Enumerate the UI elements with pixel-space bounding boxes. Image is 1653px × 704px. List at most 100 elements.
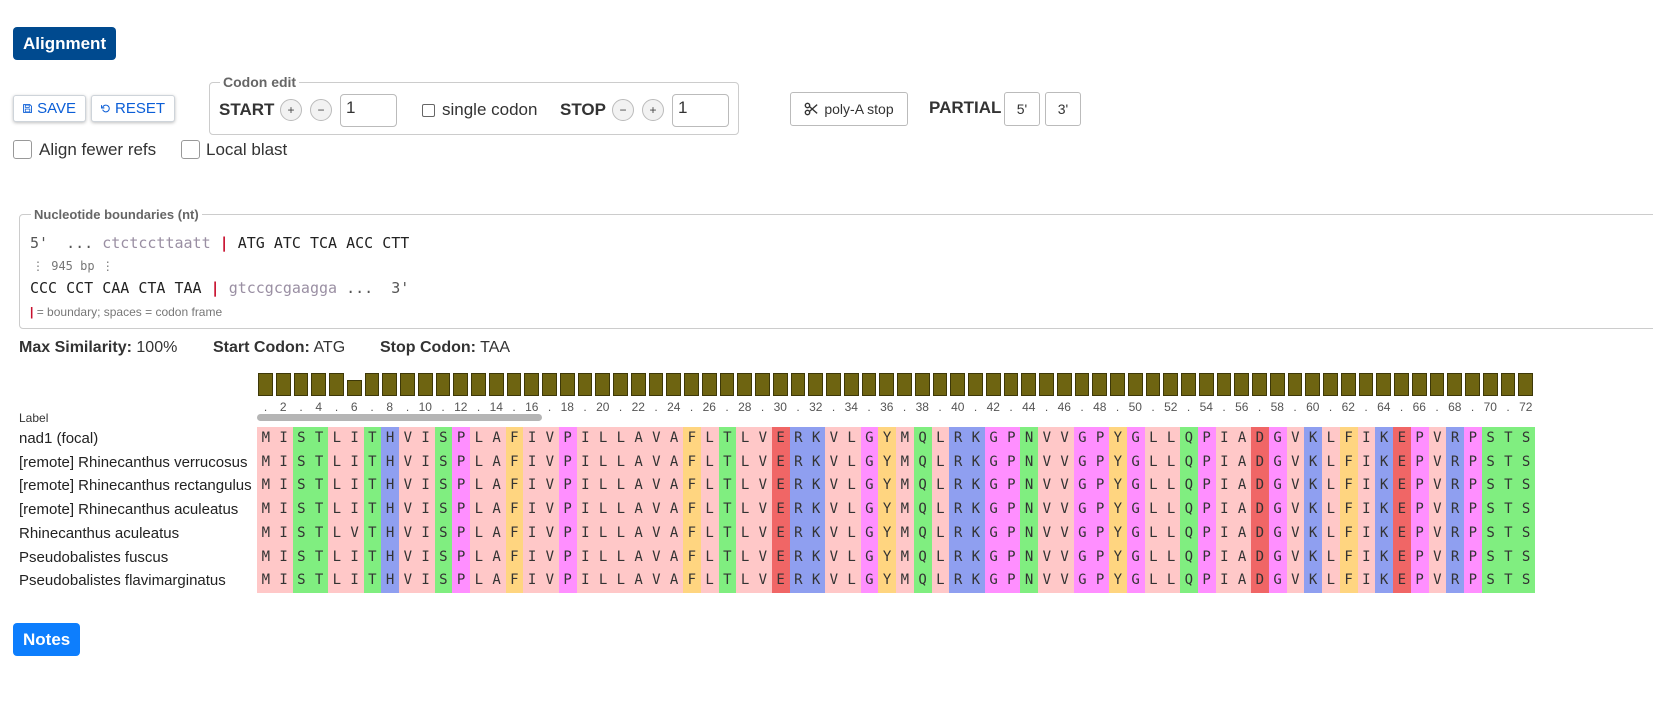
residue-cell[interactable]: L [1322,569,1340,594]
residue-cell[interactable]: V [825,521,843,546]
residue-cell[interactable]: L [1144,545,1163,570]
residue-cell[interactable]: I [1215,521,1234,546]
residue-cell[interactable]: N [1020,569,1038,594]
residue-cell[interactable]: I [416,474,435,499]
residue-cell[interactable]: V [754,450,772,475]
residue-cell[interactable]: R [789,569,808,594]
sequence-label[interactable]: [remote] Rhinecanthus rectangulus [19,477,257,494]
residue-cell[interactable]: R [1446,450,1464,475]
residue-cell[interactable]: V [754,521,772,546]
residue-cell[interactable]: I [416,427,435,452]
residue-cell[interactable]: H [381,498,399,523]
residue-cell[interactable]: P [452,450,470,475]
residue-cell[interactable]: V [1055,450,1074,475]
residue-cell[interactable]: P [1197,521,1216,546]
residue-cell[interactable]: V [345,521,364,546]
residue-cell[interactable]: S [1517,450,1535,475]
partial-5-prime-button[interactable]: 5' [1004,92,1040,126]
residue-cell[interactable]: P [1091,521,1109,546]
residue-cell[interactable]: I [345,474,364,499]
residue-cell[interactable]: G [1268,474,1287,499]
residue-cell[interactable]: K [1304,450,1322,475]
residue-cell[interactable]: L [1322,498,1340,523]
residue-cell[interactable]: I [345,498,364,523]
residue-cell[interactable]: D [1251,498,1269,523]
residue-cell[interactable]: L [1144,498,1163,523]
residue-cell[interactable]: N [1020,545,1038,570]
residue-cell[interactable]: L [594,450,612,475]
residue-cell[interactable]: A [1233,521,1251,546]
poly-a-stop-button[interactable]: poly-A stop [790,92,908,126]
align-fewer-refs-checkbox[interactable] [13,140,32,159]
residue-cell[interactable]: V [825,569,843,594]
residue-cell[interactable]: K [1375,545,1393,570]
alignment-tab[interactable]: Alignment [13,27,117,60]
residue-cell[interactable]: R [789,521,808,546]
residue-cell[interactable]: R [789,545,808,570]
residue-cell[interactable]: I [523,474,541,499]
residue-cell[interactable]: P [1002,450,1021,475]
sequence-label[interactable]: Rhinecanthus aculeatus [19,525,257,542]
residue-cell[interactable]: P [452,427,470,452]
residue-cell[interactable]: F [505,498,524,523]
residue-cell[interactable]: I [345,450,364,475]
residue-cell[interactable]: V [1428,450,1447,475]
residue-cell[interactable]: V [1286,450,1305,475]
residue-cell[interactable]: V [1038,450,1056,475]
residue-cell[interactable]: E [771,569,790,594]
residue-cell[interactable]: D [1251,545,1269,570]
residue-cell[interactable]: S [434,474,453,499]
residue-cell[interactable]: G [1073,498,1092,523]
residue-cell[interactable]: S [434,521,453,546]
residue-cell[interactable]: R [1446,521,1464,546]
residue-cell[interactable]: L [594,521,612,546]
residue-cell[interactable]: L [612,474,630,499]
sequence-label[interactable]: [remote] Rhinecanthus verrucosus [19,454,257,471]
residue-cell[interactable]: L [842,545,861,570]
residue-cell[interactable]: G [860,545,879,570]
residue-cell[interactable]: M [896,450,914,475]
residue-cell[interactable]: R [949,427,967,452]
residue-cell[interactable]: M [896,474,914,499]
residue-cell[interactable]: F [683,450,701,475]
residue-cell[interactable]: L [700,545,719,570]
residue-cell[interactable]: I [345,545,364,570]
residue-cell[interactable]: P [1002,569,1021,594]
residue-cell[interactable]: P [452,521,470,546]
residue-cell[interactable]: M [257,450,275,475]
residue-cell[interactable]: V [825,474,843,499]
residue-cell[interactable]: P [1464,450,1482,475]
residue-cell[interactable]: A [665,427,683,452]
residue-cell[interactable]: G [1126,545,1145,570]
residue-cell[interactable]: I [1357,521,1376,546]
residue-cell[interactable]: R [949,498,967,523]
residue-cell[interactable]: I [523,427,541,452]
residue-cell[interactable]: K [1375,427,1393,452]
residue-cell[interactable]: P [1410,545,1429,570]
residue-cell[interactable]: T [718,569,737,594]
residue-cell[interactable]: G [984,427,1003,452]
residue-cell[interactable]: T [1499,521,1518,546]
stop-increment-button[interactable]: + [642,99,664,121]
residue-cell[interactable]: V [647,545,666,570]
residue-cell[interactable]: I [576,569,595,594]
residue-cell[interactable]: I [1357,450,1376,475]
residue-cell[interactable]: F [683,427,701,452]
residue-cell[interactable]: L [736,498,754,523]
residue-cell[interactable]: V [647,498,666,523]
residue-cell[interactable]: F [1339,498,1358,523]
horizontal-scrollbar[interactable] [257,414,542,421]
residue-cell[interactable]: V [754,569,772,594]
residue-cell[interactable]: K [1304,521,1322,546]
residue-cell[interactable]: P [1410,498,1429,523]
residue-cell[interactable]: K [1304,474,1322,499]
residue-cell[interactable]: F [683,474,701,499]
residue-cell[interactable]: Q [1180,427,1198,452]
residue-cell[interactable]: V [825,450,843,475]
residue-cell[interactable]: E [1393,474,1411,499]
residue-cell[interactable]: L [470,474,488,499]
residue-cell[interactable]: A [665,450,683,475]
residue-cell[interactable]: V [1055,569,1074,594]
sequence-label[interactable]: [remote] Rhinecanthus aculeatus [19,501,257,518]
residue-cell[interactable]: P [1464,569,1482,594]
